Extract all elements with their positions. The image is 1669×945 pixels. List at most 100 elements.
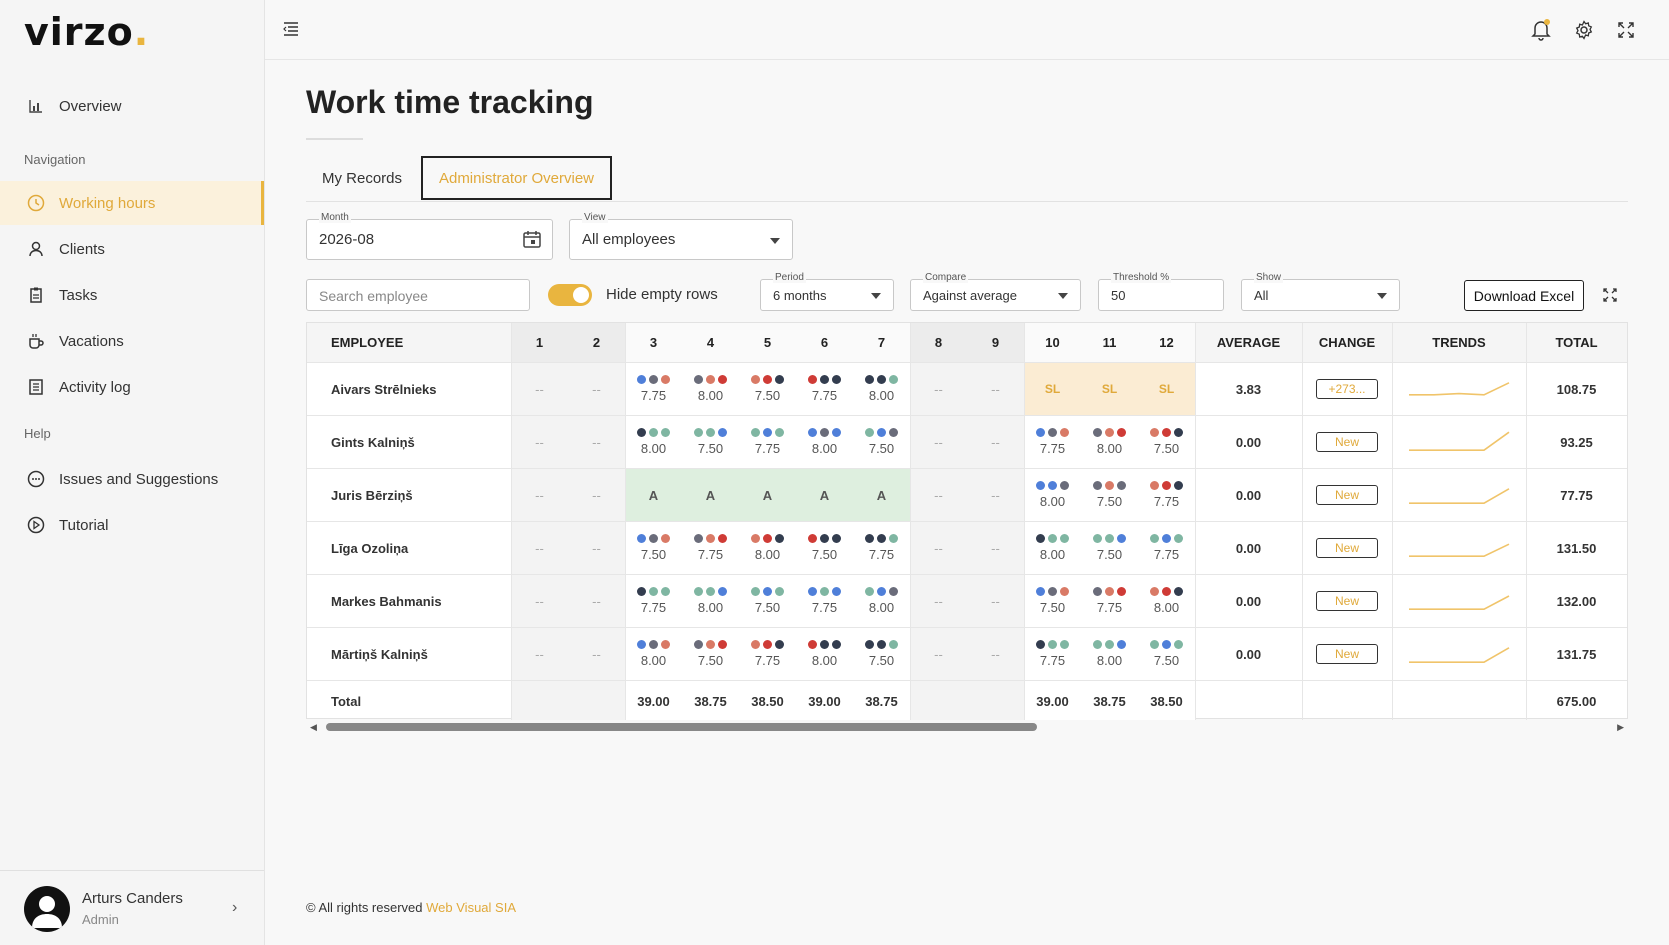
task-dot — [820, 375, 829, 384]
gear-icon[interactable] — [1574, 20, 1594, 45]
sidebar-item-vacations[interactable]: Vacations — [0, 319, 264, 363]
task-dot — [751, 428, 760, 437]
period-select[interactable]: Period 6 months — [760, 272, 894, 311]
compare-select[interactable]: Compare Against average — [910, 272, 1081, 311]
hide-empty-toggle[interactable] — [548, 284, 592, 306]
tab-my-records[interactable]: My Records — [306, 156, 418, 200]
task-dot — [637, 587, 646, 596]
logo[interactable]: virzo. — [24, 10, 149, 54]
table-row[interactable]: Markes Bahmanis -- -- 7.75 8.00 7.50 7.75 8.00-… — [307, 575, 1627, 628]
fullscreen-icon[interactable] — [1618, 22, 1634, 43]
trend-sparkline — [1409, 431, 1510, 452]
hours-value: 7.50 — [811, 547, 838, 562]
table-row[interactable]: Gints Kalniņš -- -- 8.00 7.50 7.75 8.00 7.50 -- -… — [307, 416, 1627, 469]
change-badge[interactable]: +273... — [1316, 379, 1378, 399]
user-profile[interactable]: Arturs Canders Admin › — [0, 870, 264, 945]
sidebar-item-label: Overview — [59, 97, 122, 115]
task-dots — [637, 640, 670, 649]
hours-value: 7.50 — [1153, 441, 1180, 456]
expand-table-icon[interactable] — [1603, 288, 1617, 307]
task-dot — [1162, 534, 1171, 543]
period-value: 6 months — [773, 288, 827, 303]
sidebar-item-overview[interactable]: Overview — [0, 84, 264, 128]
scrollbar-thumb[interactable] — [326, 723, 1037, 731]
change-badge[interactable]: New — [1316, 432, 1378, 452]
view-label: View — [582, 212, 608, 223]
column-divider — [910, 323, 911, 721]
horizontal-scrollbar[interactable]: ◀ ▶ — [306, 720, 1628, 734]
list-icon — [27, 378, 45, 396]
day-cell: 7.75 — [1138, 522, 1195, 574]
task-dot — [865, 534, 874, 543]
download-excel-button[interactable]: Download Excel — [1464, 280, 1584, 311]
sidebar-item-working-hours[interactable]: Working hours — [0, 181, 264, 225]
sidebar-item-tasks[interactable]: Tasks — [0, 273, 264, 317]
day-cell: A — [853, 469, 910, 521]
grand-total: 675.00 — [1556, 693, 1597, 709]
hours-value: 7.75 — [1096, 600, 1123, 615]
task-dot — [1036, 640, 1045, 649]
trend-sparkline — [1409, 647, 1510, 664]
sidebar-item-issues[interactable]: Issues and Suggestions — [0, 457, 264, 501]
change-badge[interactable]: New — [1316, 644, 1378, 664]
day-cell: 7.50 — [682, 416, 739, 468]
task-dots — [1093, 534, 1126, 543]
show-select[interactable]: Show All — [1241, 272, 1400, 311]
footer-link[interactable]: Web Visual SIA — [426, 900, 516, 915]
hours-value: 7.50 — [868, 653, 895, 668]
change-badge[interactable]: New — [1316, 485, 1378, 505]
bell-icon[interactable] — [1531, 19, 1551, 46]
sidebar: virzo. Overview Navigation Working hours… — [0, 0, 265, 945]
table-row[interactable]: Līga Ozoliņa -- -- 7.50 7.75 8.00 7.50 7.75 -- --… — [307, 522, 1627, 575]
table-row[interactable]: Juris Bērziņš -- -- A A A A A -- -- 8.00 7.50 7.75 0.… — [307, 469, 1627, 522]
change-badge[interactable]: New — [1316, 591, 1378, 611]
sidebar-item-label: Tasks — [59, 286, 98, 304]
header-employee: EMPLOYEE — [331, 335, 404, 350]
task-dot — [877, 534, 886, 543]
calendar-icon[interactable] — [522, 229, 542, 254]
month-field[interactable]: Month 2026-08 — [306, 212, 553, 260]
task-dots — [637, 534, 670, 543]
menu-collapse-icon[interactable] — [283, 22, 299, 41]
scroll-right-icon[interactable]: ▶ — [1617, 722, 1624, 733]
task-dot — [1060, 640, 1069, 649]
hours-value: 7.75 — [640, 388, 667, 403]
threshold-input[interactable]: Threshold % 50 — [1098, 272, 1224, 311]
total-value: 131.50 — [1556, 540, 1597, 556]
cup-icon — [27, 332, 45, 350]
task-dot — [1174, 534, 1183, 543]
sidebar-item-tutorial[interactable]: Tutorial — [0, 503, 264, 547]
search-input[interactable]: Search employee — [306, 279, 530, 311]
scroll-left-icon[interactable]: ◀ — [310, 722, 317, 733]
task-dots — [1036, 640, 1069, 649]
hours-value: 8.00 — [754, 547, 781, 562]
task-dot — [1105, 534, 1114, 543]
chevron-right-icon[interactable]: › — [232, 899, 237, 917]
tab-administrator-overview[interactable]: Administrator Overview — [421, 156, 612, 200]
employee-name: Mārtiņš Kalniņš — [331, 646, 428, 662]
header-day: 11 — [1081, 323, 1138, 362]
sidebar-item-clients[interactable]: Clients — [0, 227, 264, 271]
day-cell: -- — [967, 575, 1024, 627]
table-row[interactable]: Mārtiņš Kalniņš -- -- 8.00 7.50 7.75 8.00 7.50-… — [307, 628, 1627, 681]
day-cell: 8.00 — [796, 628, 853, 680]
column-divider — [1526, 323, 1527, 721]
change-badge[interactable]: New — [1316, 538, 1378, 558]
task-dot — [661, 428, 670, 437]
hours-value: 7.50 — [697, 441, 724, 456]
task-dot — [763, 428, 772, 437]
day-total: 38.75 — [1081, 681, 1138, 721]
user-role: Admin — [82, 912, 119, 927]
day-cell: -- — [568, 575, 625, 627]
sidebar-item-activity-log[interactable]: Activity log — [0, 365, 264, 409]
view-select[interactable]: View All employees — [569, 212, 793, 260]
table-row[interactable]: Aivars Strēlnieks -- -- 7.75 8.00 7.50 7.75 8.0… — [307, 363, 1627, 416]
clipboard-icon — [27, 286, 45, 304]
task-dot — [1162, 640, 1171, 649]
day-cell: -- — [568, 469, 625, 521]
day-cell: A — [739, 469, 796, 521]
task-dot — [751, 587, 760, 596]
task-dot — [637, 534, 646, 543]
task-dot — [877, 375, 886, 384]
task-dot — [718, 375, 727, 384]
